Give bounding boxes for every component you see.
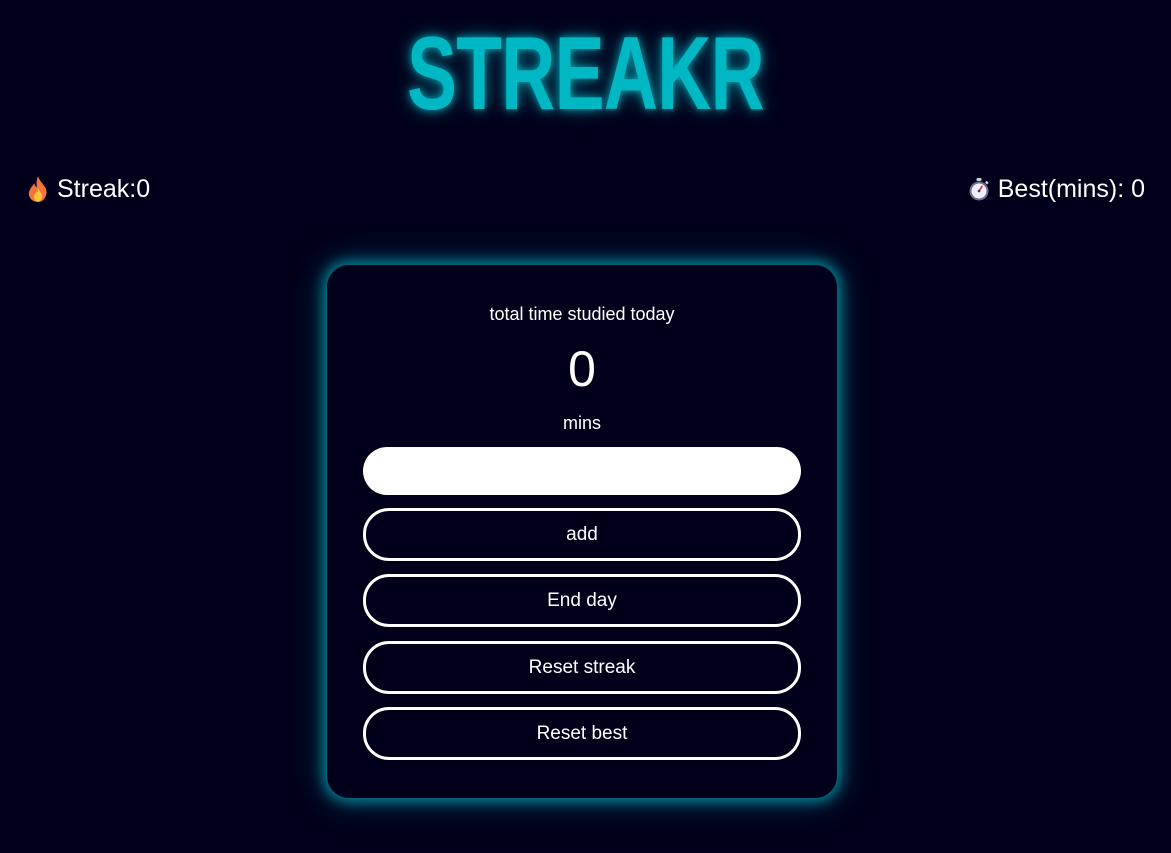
minutes-unit-label: mins <box>562 413 601 433</box>
fire-icon <box>27 175 49 203</box>
total-minutes-value: 0 <box>568 341 596 397</box>
minutes-input[interactable] <box>363 447 801 495</box>
best-counter: Best(mins): 0 <box>968 172 1145 206</box>
streak-text: Streak:0 <box>57 174 151 203</box>
reset-best-button[interactable]: Reset best <box>363 707 801 760</box>
study-card: total time studied today 0 mins add End … <box>327 265 837 798</box>
reset-streak-button[interactable]: Reset streak <box>363 641 801 694</box>
total-time-caption: total time studied today <box>489 304 675 324</box>
streak-counter: Streak:0 <box>27 172 150 206</box>
best-text: Best(mins): 0 <box>997 174 1145 203</box>
page: STREAKR Streak:0 Best(mins): 0 total tim… <box>0 0 1171 853</box>
app-logo: STREAKR <box>407 16 765 132</box>
end-day-button[interactable]: End day <box>363 574 801 627</box>
stopwatch-icon <box>968 175 990 203</box>
add-button[interactable]: add <box>363 508 801 561</box>
